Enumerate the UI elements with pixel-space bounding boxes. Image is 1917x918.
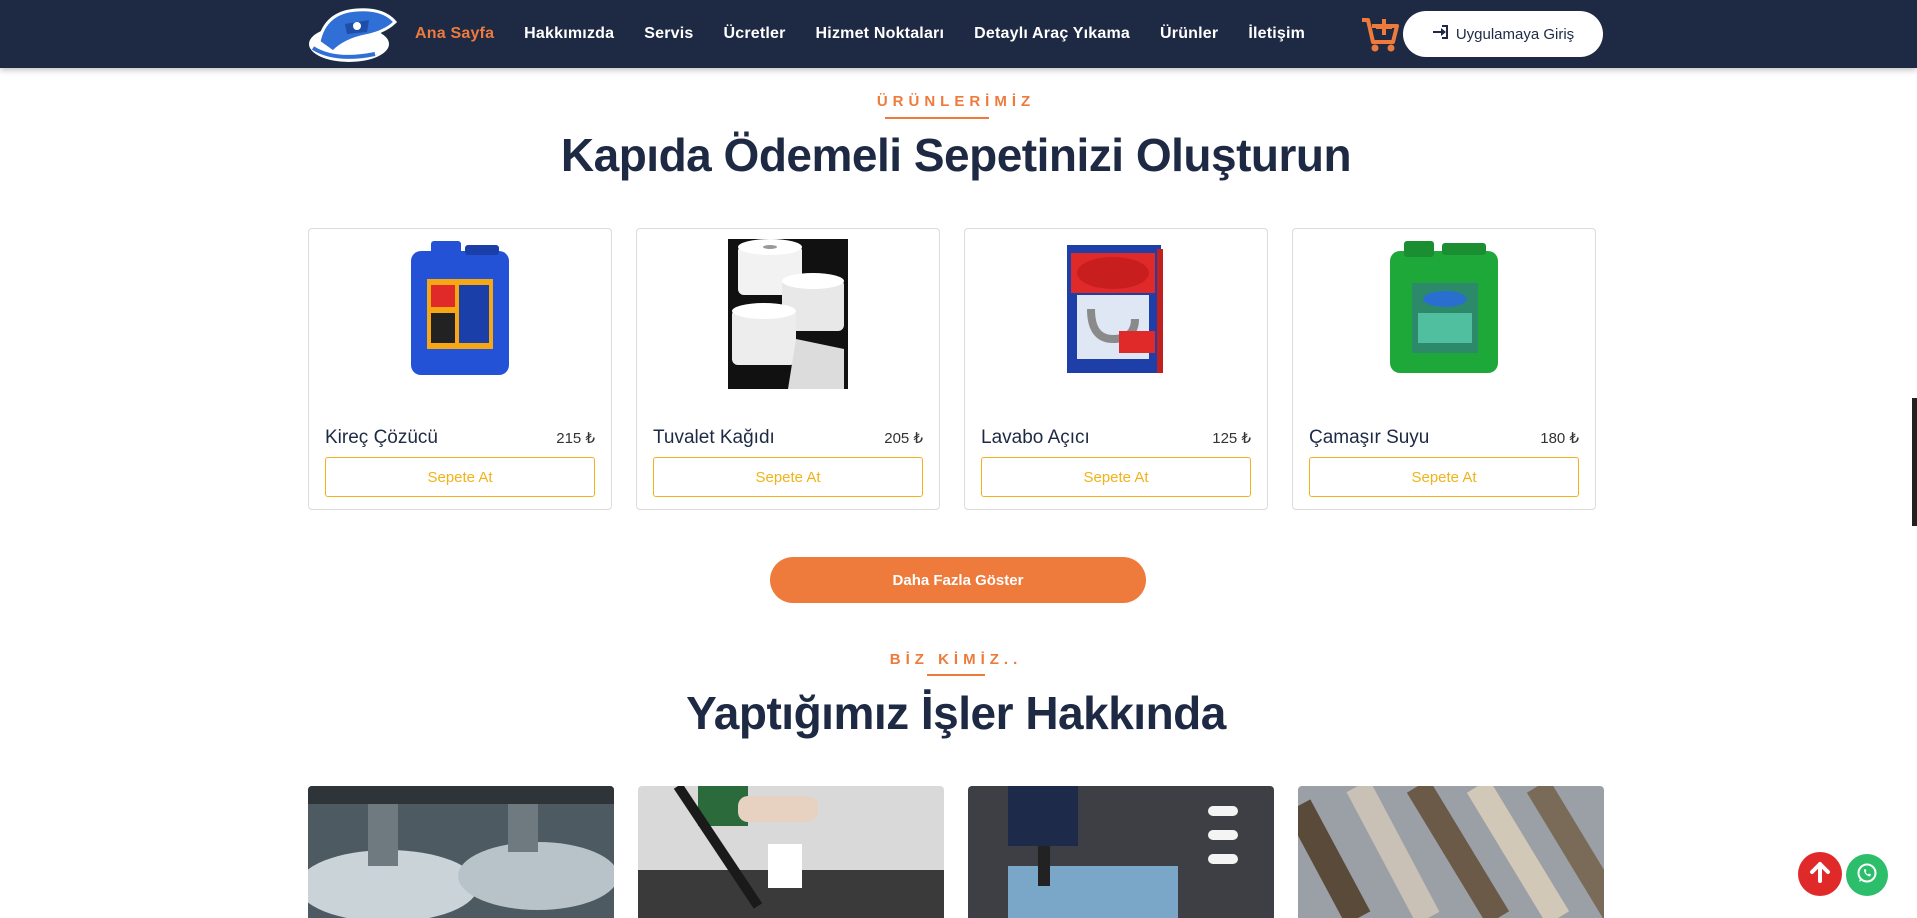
add-to-cart-button[interactable]: Sepete At: [1309, 457, 1579, 497]
work-image-machine-cleaning[interactable]: [308, 786, 614, 918]
sign-in-icon: [1432, 24, 1448, 44]
product-price: 215 ₺: [556, 430, 595, 447]
product-price: 180 ₺: [1540, 430, 1579, 447]
product-image-drain-opener[interactable]: [965, 239, 1267, 389]
product-price: 205 ₺: [884, 430, 923, 447]
whatsapp-icon: [1855, 861, 1879, 890]
product-card: Çamaşır Suyu 180 ₺ Sepete At: [1292, 228, 1596, 510]
show-more-button[interactable]: Daha Fazla Göster: [770, 557, 1146, 603]
product-name: Tuvalet Kağıdı: [653, 427, 775, 448]
nav-link-service-points[interactable]: Hizmet Noktaları: [816, 25, 945, 43]
products-eyebrow: ÜRÜNLERİMİZ: [876, 93, 1036, 110]
work-image-sofa-vacuum[interactable]: [638, 786, 944, 918]
products-eyebrow-underline: [885, 117, 989, 119]
cart-plus-icon[interactable]: [1360, 14, 1400, 54]
product-image-lime-remover[interactable]: [309, 239, 611, 389]
product-list: Kireç Çözücü 215 ₺ Sepete At Tuvalet Kağ…: [308, 228, 1596, 510]
scroll-to-top-button[interactable]: [1798, 852, 1842, 896]
nav-link-home[interactable]: Ana Sayfa: [415, 25, 494, 43]
brand-logo[interactable]: [305, 2, 401, 66]
product-name: Lavabo Açıcı: [981, 427, 1090, 448]
work-gallery: [308, 786, 1604, 918]
add-to-cart-button[interactable]: Sepete At: [981, 457, 1251, 497]
product-image-bleach[interactable]: [1293, 239, 1595, 389]
nav-link-car-wash[interactable]: Detaylı Araç Yıkama: [974, 25, 1130, 43]
product-price: 125 ₺: [1212, 430, 1251, 447]
nav-link-prices[interactable]: Ücretler: [723, 25, 785, 43]
nav-link-products[interactable]: Ürünler: [1160, 25, 1218, 43]
product-name: Kireç Çözücü: [325, 427, 438, 448]
nav-link-service[interactable]: Servis: [644, 25, 693, 43]
arrow-up-icon: [1809, 861, 1831, 888]
top-navbar: Ana Sayfa Hakkımızda Servis Ücretler Hiz…: [0, 0, 1917, 68]
product-card: Kireç Çözücü 215 ₺ Sepete At: [308, 228, 612, 510]
nav-link-about[interactable]: Hakkımızda: [524, 25, 614, 43]
login-button-label: Uygulamaya Giriş: [1455, 25, 1575, 43]
product-card: Lavabo Açıcı 125 ₺ Sepete At: [964, 228, 1268, 510]
about-title: Yaptığımız İşler Hakkında: [686, 687, 1226, 739]
page-scrollbar-thumb[interactable]: [1912, 398, 1917, 526]
main-nav: Ana Sayfa Hakkımızda Servis Ücretler Hiz…: [415, 0, 1305, 68]
login-button[interactable]: Uygulamaya Giriş: [1403, 11, 1603, 57]
about-eyebrow: BİZ KİMİZ..: [889, 651, 1023, 668]
whatsapp-button[interactable]: [1846, 854, 1888, 896]
add-to-cart-button[interactable]: Sepete At: [325, 457, 595, 497]
product-card: Tuvalet Kağıdı 205 ₺ Sepete At: [636, 228, 940, 510]
nav-link-contact[interactable]: İletişim: [1248, 25, 1305, 43]
work-image-carpets[interactable]: [1298, 786, 1604, 918]
add-to-cart-button[interactable]: Sepete At: [653, 457, 923, 497]
product-image-toilet-paper[interactable]: [637, 239, 939, 389]
products-title: Kapıda Ödemeli Sepetinizi Oluşturun: [560, 129, 1352, 181]
about-eyebrow-underline: [927, 674, 985, 676]
work-image-floor-machine[interactable]: [968, 786, 1274, 918]
product-name: Çamaşır Suyu: [1309, 427, 1430, 448]
